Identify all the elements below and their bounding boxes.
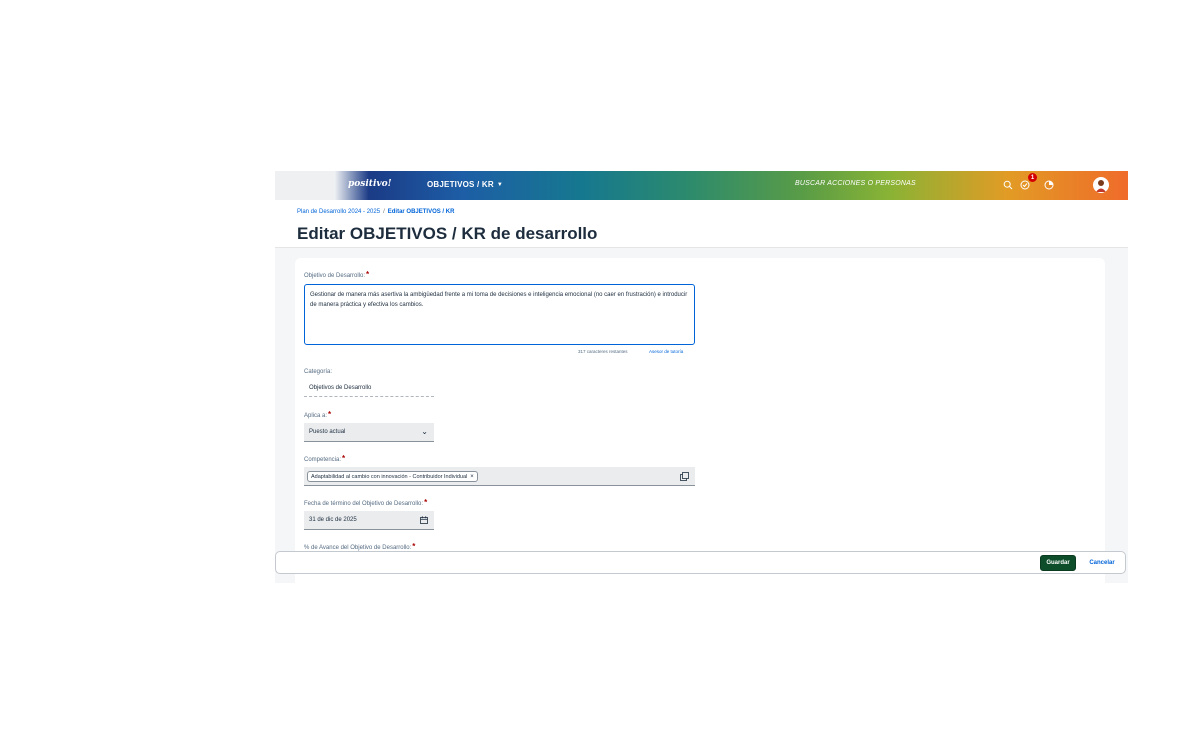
tutor-link[interactable]: Asesor de tutoría xyxy=(649,349,683,354)
company-logo[interactable]: positivo! xyxy=(348,179,392,189)
remove-token-icon[interactable]: × xyxy=(470,474,474,480)
avatar[interactable] xyxy=(1093,177,1109,193)
objective-textarea[interactable]: Gestionar de manera más asertiva la ambi… xyxy=(304,284,695,345)
end-date-label-text: Fecha de término del Objetivo de Desarro… xyxy=(304,501,424,507)
footer-toolbar: Guardar Cancelar xyxy=(275,551,1126,574)
required-marker: * xyxy=(342,454,346,463)
objective-label-text: Objetivo de Desarrollo: xyxy=(304,273,366,279)
approvals-icon[interactable] xyxy=(1043,179,1055,191)
applies-to-value: Puesto actual xyxy=(309,429,346,435)
required-marker: * xyxy=(328,410,332,419)
app-window: positivo! OBJETIVOS / KR ▼ BUSCAR ACCIONE… xyxy=(275,171,1128,583)
caret-down-icon: ▼ xyxy=(496,182,503,188)
shell-search-field[interactable]: BUSCAR ACCIONES O PERSONAS xyxy=(795,180,916,187)
page-header: Plan de Desarrollo 2024 - 2025/Editar OB… xyxy=(275,200,1128,248)
objective-label: Objetivo de Desarrollo:* xyxy=(304,270,369,279)
breadcrumb: Plan de Desarrollo 2024 - 2025/Editar OB… xyxy=(297,209,454,215)
competency-multiinput[interactable]: Adaptabilidad al cambio con innovación -… xyxy=(304,467,695,486)
cancel-button[interactable]: Cancelar xyxy=(1082,555,1122,571)
form-card: Objetivo de Desarrollo:* Gestionar de ma… xyxy=(295,258,1105,583)
breadcrumb-current: Editar OBJETIVOS / KR xyxy=(387,209,455,215)
category-label: Categoría: xyxy=(304,369,333,375)
page-title: Editar OBJETIVOS / KR de desarrollo xyxy=(297,224,598,243)
breadcrumb-separator: / xyxy=(383,209,385,215)
end-date-picker[interactable]: 31 de dic de 2025 xyxy=(304,511,434,530)
notification-badge: 1 xyxy=(1028,173,1037,182)
applies-to-select[interactable]: Puesto actual ⌄ xyxy=(304,423,434,442)
search-icon[interactable] xyxy=(1002,179,1014,191)
required-marker: * xyxy=(366,270,370,279)
shell-bar: positivo! OBJETIVOS / KR ▼ BUSCAR ACCIONE… xyxy=(275,171,1128,200)
nav-menu-objectives[interactable]: OBJETIVOS / KR ▼ xyxy=(427,180,503,189)
competency-label-text: Competencia: xyxy=(304,457,342,463)
chevron-down-icon: ⌄ xyxy=(421,427,428,436)
applies-to-label-text: Aplica a: xyxy=(304,413,328,419)
end-date-label: Fecha de término del Objetivo de Desarro… xyxy=(304,498,427,507)
character-counter: 317 caracteres restantes xyxy=(578,349,628,354)
competency-label: Competencia:* xyxy=(304,454,345,463)
breadcrumb-link-plan[interactable]: Plan de Desarrollo 2024 - 2025 xyxy=(297,209,380,215)
end-date-value: 31 de dic de 2025 xyxy=(309,517,357,523)
nav-menu-label: OBJETIVOS / KR xyxy=(427,180,494,189)
save-button[interactable]: Guardar xyxy=(1040,555,1076,571)
competency-token-label: Adaptabilidad al cambio con innovación -… xyxy=(311,474,468,480)
competency-token[interactable]: Adaptabilidad al cambio con innovación -… xyxy=(307,471,478,482)
applies-to-label: Aplica a:* xyxy=(304,410,331,419)
category-field: Objetivos de Desarrollo xyxy=(304,379,434,397)
value-help-icon[interactable] xyxy=(680,472,689,481)
progress-label: % de Avance del Objetivo de Desarrollo:* xyxy=(304,542,415,551)
required-marker: * xyxy=(412,542,416,551)
calendar-icon[interactable] xyxy=(420,516,428,524)
required-marker: * xyxy=(424,498,428,507)
